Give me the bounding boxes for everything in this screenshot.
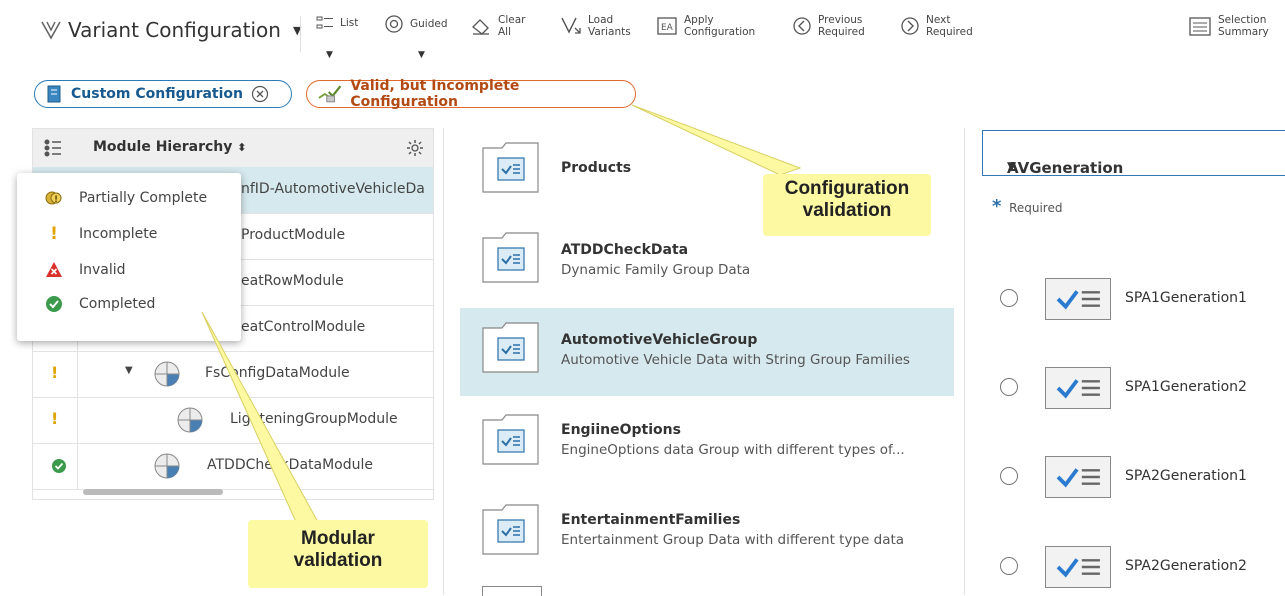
configuration-validation-callout: Configuration validation [763,174,931,236]
callout-pointers [201,104,802,523]
modular-callout-pointer [201,311,319,523]
config-callout-pointer [631,104,802,176]
modular-validation-callout: Modular validation [248,520,428,588]
callout-line: validation [293,550,383,571]
callout-line: validation [802,200,892,221]
callout-line: Configuration [784,178,910,199]
callout-line: Modular [301,528,375,549]
